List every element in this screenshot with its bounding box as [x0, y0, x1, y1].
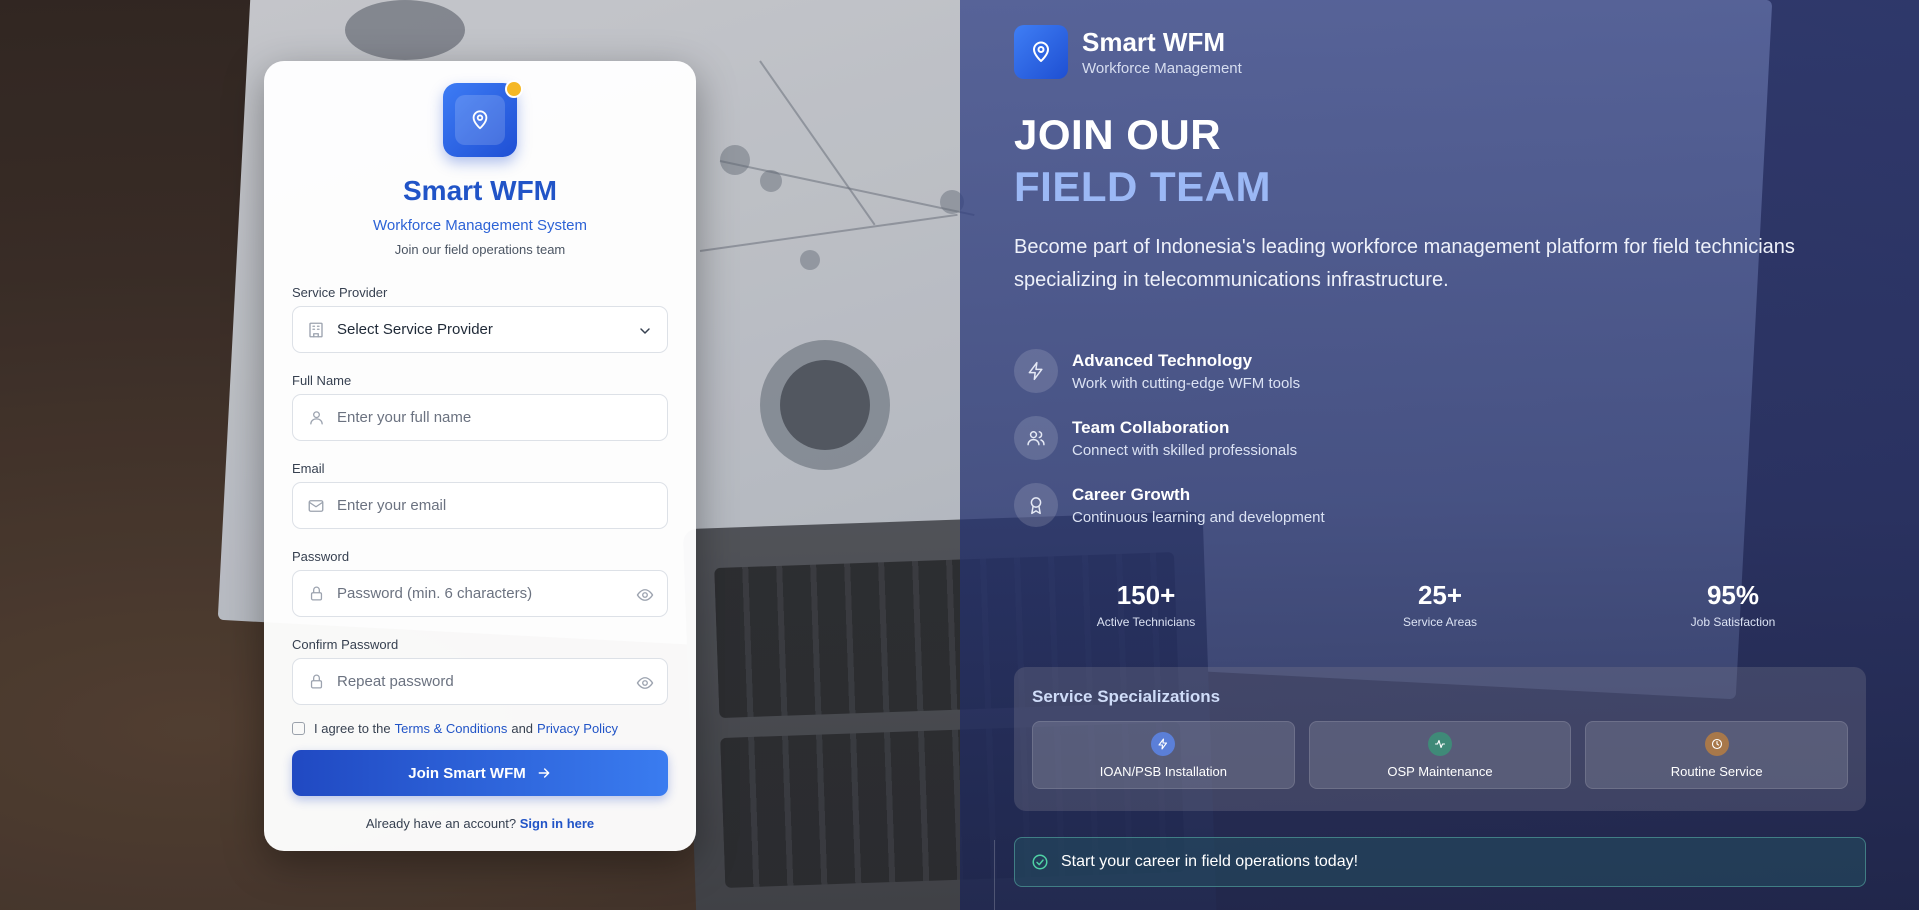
terms-prefix: I agree to the — [314, 721, 391, 736]
specialization-card[interactable]: IOAN/PSB Installation — [1032, 721, 1295, 789]
user-icon — [307, 409, 325, 427]
notification-dot — [505, 80, 523, 98]
eye-icon[interactable] — [635, 673, 655, 693]
cta-text: Start your career in field operations to… — [1061, 853, 1359, 870]
stat-item: 150+ Active Technicians — [1066, 580, 1226, 629]
terms-checkbox[interactable] — [292, 722, 305, 735]
terms-agreement: I agree to the Terms & Conditions and Pr… — [292, 721, 668, 736]
registration-card: Smart WFM Workforce Management System Jo… — [264, 61, 696, 851]
card-logo — [443, 80, 523, 157]
lock-icon — [307, 673, 325, 691]
chevron-down-icon — [635, 321, 655, 341]
map-pin-icon — [455, 95, 505, 145]
specializations-panel: Service Specializations IOAN/PSB Install… — [1014, 667, 1866, 811]
join-button-label: Join Smart WFM — [408, 764, 526, 782]
stat-item: 25+ Service Areas — [1360, 580, 1520, 629]
map-pin-icon — [1014, 25, 1068, 79]
confirm-password-placeholder: Repeat password — [337, 673, 454, 690]
clock-icon — [1704, 731, 1729, 756]
feature-description: Work with cutting-edge WFM tools — [1072, 374, 1301, 392]
brand-subtitle: Workforce Management — [1082, 60, 1242, 77]
headline-line-1: JOIN OUR — [1014, 111, 1222, 158]
stat-value: 95% — [1706, 580, 1760, 610]
hero-description: Become part of Indonesia's leading workf… — [1014, 236, 1795, 291]
feature-description: Connect with skilled professionals — [1072, 441, 1298, 459]
full-name-placeholder: Enter your full name — [337, 409, 472, 426]
join-button[interactable]: Join Smart WFM — [292, 750, 668, 796]
brand: Smart WFM Workforce Management — [1014, 25, 1874, 79]
hero-panel: Smart WFM Workforce Management JOIN OUR … — [1014, 25, 1874, 887]
specialization-label: Routine Service — [1670, 763, 1763, 779]
service-provider-select[interactable]: Select Service Provider — [292, 306, 668, 353]
building-icon — [307, 321, 325, 339]
signin-prefix: Already have an account? — [365, 816, 517, 831]
lock-icon — [307, 585, 325, 603]
divider-line — [994, 840, 995, 910]
feature-title: Career Growth — [1072, 484, 1191, 504]
stat-label: Job Satisfaction — [1690, 615, 1776, 629]
arrow-right-icon — [536, 765, 552, 781]
mail-icon — [307, 497, 325, 515]
card-title: Smart WFM — [403, 175, 557, 206]
terms-and: and — [511, 721, 534, 736]
confirm-password-input[interactable]: Repeat password — [292, 658, 668, 705]
provider-select-value: Select Service Provider — [337, 321, 493, 338]
lightning-icon — [1151, 731, 1176, 756]
cta-banner: Start your career in field operations to… — [1014, 837, 1866, 887]
feature-title: Advanced Technology — [1072, 350, 1253, 370]
confirm-password-label: Confirm Password — [292, 637, 399, 652]
feature-description: Continuous learning and development — [1072, 508, 1325, 526]
signin-link[interactable]: Sign in here — [520, 816, 594, 831]
feature-item: Career Growth Continuous learning and de… — [1014, 481, 1874, 529]
feature-title: Team Collaboration — [1072, 417, 1230, 437]
activity-icon — [1428, 731, 1452, 756]
card-tagline: Join our field operations team — [394, 242, 566, 257]
full-name-label: Full Name — [292, 373, 352, 388]
card-subtitle: Workforce Management System — [373, 217, 587, 234]
stat-value: 150+ — [1116, 580, 1176, 610]
terms-link[interactable]: Terms & Conditions — [395, 721, 508, 736]
specializations-title: Service Specializations — [1032, 687, 1221, 706]
password-placeholder: Password (min. 6 characters) — [337, 585, 533, 602]
feature-item: Advanced Technology Work with cutting-ed… — [1014, 347, 1874, 395]
headline-line-2: FIELD TEAM — [1014, 163, 1271, 210]
lightning-icon — [1014, 349, 1058, 393]
email-placeholder: Enter your email — [337, 497, 447, 514]
eye-icon[interactable] — [635, 585, 655, 605]
signin-row: Already have an account? Sign in here — [292, 816, 668, 831]
privacy-link[interactable]: Privacy Policy — [537, 721, 618, 736]
brand-name: Smart WFM — [1082, 27, 1225, 57]
specialization-label: IOAN/PSB Installation — [1099, 763, 1227, 779]
stat-item: 95% Job Satisfaction — [1653, 580, 1813, 629]
users-icon — [1014, 416, 1058, 460]
feature-list: Advanced Technology Work with cutting-ed… — [1014, 347, 1874, 529]
stats-row: 150+ Active Technicians 25+ Service Area… — [1014, 580, 1874, 640]
full-name-input[interactable]: Enter your full name — [292, 394, 668, 441]
specialization-card[interactable]: Routine Service — [1585, 721, 1849, 789]
specialization-card[interactable]: OSP Maintenance — [1308, 721, 1572, 789]
email-label: Email — [292, 461, 325, 476]
feature-item: Team Collaboration Connect with skilled … — [1014, 414, 1874, 462]
check-circle-icon — [1031, 853, 1049, 871]
award-icon — [1014, 483, 1058, 527]
headline: JOIN OUR FIELD TEAM — [1014, 109, 1874, 213]
stat-label: Service Areas — [1402, 615, 1478, 629]
stat-label: Active Technicians — [1096, 615, 1196, 629]
email-input[interactable]: Enter your email — [292, 482, 668, 529]
password-label: Password — [292, 549, 350, 564]
password-input[interactable]: Password (min. 6 characters) — [292, 570, 668, 617]
provider-label: Service Provider — [292, 285, 388, 300]
stat-value: 25+ — [1417, 580, 1463, 610]
specialization-label: OSP Maintenance — [1387, 763, 1493, 779]
